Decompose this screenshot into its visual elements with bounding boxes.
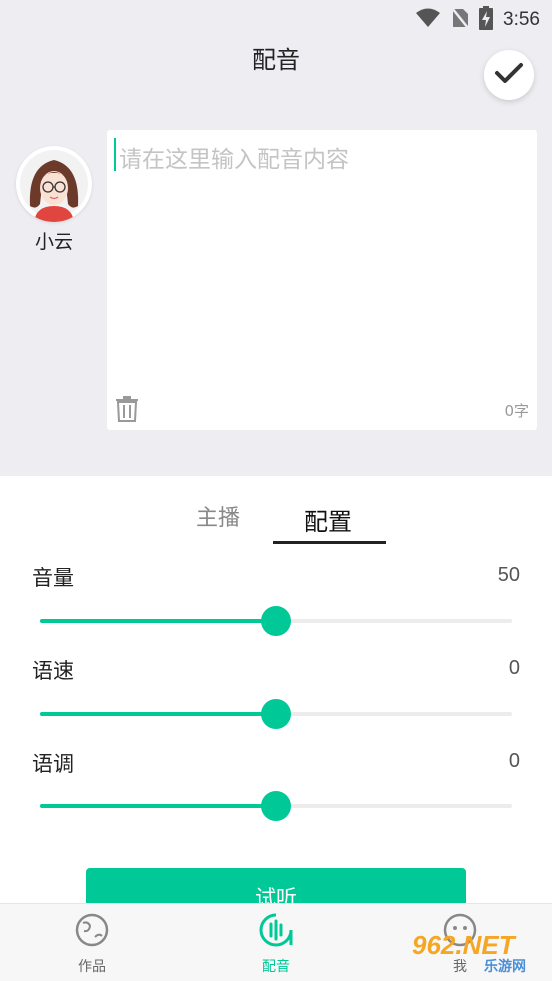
text-caret — [114, 138, 116, 171]
dub-text-input[interactable]: 请在这里输入配音内容 0字 — [107, 130, 537, 430]
speed-label: 语速 — [32, 659, 74, 683]
input-placeholder: 请在这里输入配音内容 — [119, 147, 349, 173]
slider-thumb[interactable] — [261, 791, 291, 821]
wifi-icon — [415, 8, 441, 32]
slider-thumb[interactable] — [261, 606, 291, 636]
sound-wave-icon — [258, 912, 294, 948]
slider-thumb[interactable] — [261, 699, 291, 729]
speed-slider[interactable] — [40, 699, 512, 729]
no-sim-icon — [451, 7, 469, 33]
slider-fill — [40, 619, 276, 623]
nav-label-dub: 配音 — [262, 959, 290, 975]
watermark-sub: 乐游网 — [484, 959, 526, 975]
status-time: 3:56 — [503, 9, 540, 30]
tab-config[interactable]: 配置 — [304, 502, 352, 537]
pitch-slider[interactable] — [40, 791, 512, 821]
nav-item-works[interactable]: 作品 — [42, 904, 142, 981]
battery-charging-icon — [479, 6, 494, 34]
trash-icon[interactable] — [115, 396, 139, 422]
char-count: 0字 — [504, 402, 529, 420]
slider-fill — [40, 712, 276, 716]
slider-fill — [40, 804, 276, 808]
tab-active-indicator — [273, 541, 386, 544]
tab-host[interactable]: 主播 — [196, 500, 240, 532]
check-icon — [494, 61, 524, 89]
tab-bar: 主播 配置 — [0, 496, 552, 546]
speed-value: 0 — [508, 657, 520, 679]
confirm-button[interactable] — [484, 50, 534, 100]
volume-slider[interactable] — [40, 606, 512, 636]
volume-value: 50 — [497, 564, 520, 586]
page-title: 配音 — [252, 46, 300, 74]
nav-label-works: 作品 — [78, 959, 106, 975]
watermark: 962.NET 乐游网 — [412, 930, 548, 976]
nav-item-dub[interactable]: 配音 — [226, 904, 326, 981]
pitch-value: 0 — [508, 750, 520, 772]
volume-label: 音量 — [32, 566, 74, 590]
pitch-label: 语调 — [32, 752, 74, 776]
planet-icon — [74, 912, 110, 948]
speaker-avatar[interactable] — [16, 146, 92, 222]
status-bar: 3:56 — [0, 0, 552, 38]
speaker-name: 小云 — [34, 231, 73, 253]
